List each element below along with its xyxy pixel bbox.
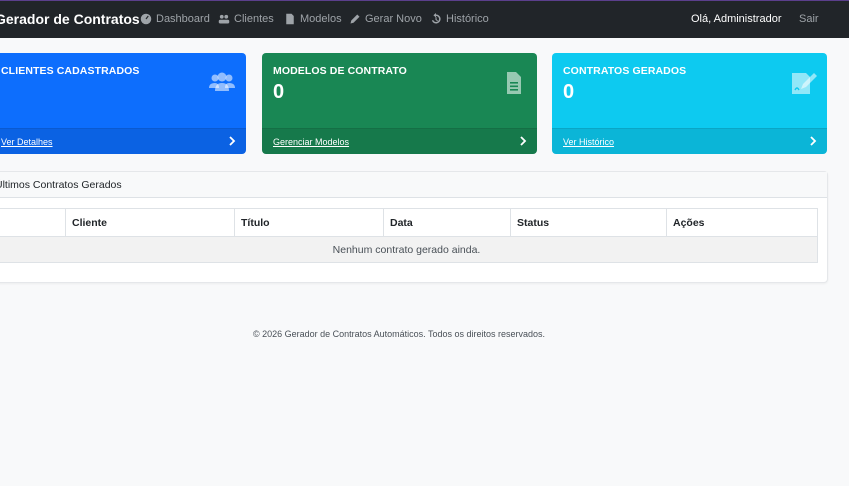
nav-historico[interactable]: Histórico [430, 13, 489, 25]
table-header-row: # Cliente Título Data Status Ações [0, 208, 818, 237]
card-contratos-count: 0 [563, 81, 575, 103]
users-icon [209, 72, 235, 91]
chevron-right-icon[interactable] [809, 136, 817, 146]
recent-contracts-table: # Cliente Título Data Status Ações Nenhu… [0, 208, 818, 263]
nav-historico-label: Histórico [446, 13, 489, 25]
pencil-icon [350, 14, 360, 24]
card-contratos-footer: Ver Histórico [552, 128, 827, 154]
nav-modelos-label: Modelos [300, 13, 342, 25]
card-contratos-link[interactable]: Ver Histórico [563, 137, 614, 147]
empty-table-message: Nenhum contrato gerado ainda. [0, 236, 818, 263]
signature-icon [792, 73, 817, 94]
card-clientes-link[interactable]: Ver Detalhes [1, 137, 53, 147]
page-footer: © 2026 Gerador de Contratos Automáticos.… [252, 329, 546, 339]
file-icon [286, 13, 294, 25]
card-clientes-title: CLIENTES CADASTRADOS [1, 65, 140, 77]
recent-contracts-title: Últimos Contratos Gerados [0, 179, 122, 191]
brand-logo[interactable]: Gerador de Contratos [0, 11, 140, 27]
card-contratos: CONTRATOS GERADOS 0 Ver Histórico [552, 53, 827, 154]
card-modelos-count: 0 [273, 81, 285, 103]
card-modelos-title: MODELOS DE CONTRATO [273, 65, 407, 77]
logout-link[interactable]: Sair [799, 13, 819, 25]
column-header-id: # [0, 208, 66, 237]
users-icon [218, 14, 230, 24]
column-header-data: Data [383, 208, 511, 237]
card-clientes-footer: Ver Detalhes [0, 128, 246, 154]
user-greeting: Olá, Administrador [691, 13, 782, 25]
column-header-status: Status [510, 208, 667, 237]
chevron-right-icon[interactable] [519, 136, 527, 146]
chevron-right-icon[interactable] [228, 136, 236, 146]
recent-contracts-header: Últimos Contratos Gerados [0, 172, 827, 198]
card-modelos: MODELOS DE CONTRATO 0 Gerenciar Modelos [262, 53, 537, 154]
table-row: Nenhum contrato gerado ainda. [0, 236, 818, 263]
top-navbar: Gerador de Contratos Dashboard Clientes … [0, 0, 849, 38]
card-clientes: CLIENTES CADASTRADOS Ver Detalhes [0, 53, 246, 154]
column-header-cliente: Cliente [65, 208, 235, 237]
nav-gerar-novo[interactable]: Gerar Novo [349, 13, 422, 25]
nav-clientes[interactable]: Clientes [218, 13, 274, 25]
nav-clientes-label: Clientes [234, 13, 274, 25]
column-header-titulo: Título [234, 208, 384, 237]
column-header-acoes: Ações [666, 208, 818, 237]
tachometer-icon [140, 13, 152, 25]
nav-dashboard[interactable]: Dashboard [140, 13, 210, 25]
history-icon [431, 13, 441, 24]
card-contratos-title: CONTRATOS GERADOS [563, 65, 687, 77]
card-modelos-footer: Gerenciar Modelos [262, 128, 537, 154]
recent-contracts-panel: Últimos Contratos Gerados # Cliente Títu… [0, 171, 828, 283]
nav-modelos[interactable]: Modelos [284, 13, 342, 25]
file-icon [507, 72, 521, 94]
nav-dashboard-label: Dashboard [156, 13, 210, 25]
card-modelos-link[interactable]: Gerenciar Modelos [273, 137, 349, 147]
nav-gerar-novo-label: Gerar Novo [365, 13, 422, 25]
